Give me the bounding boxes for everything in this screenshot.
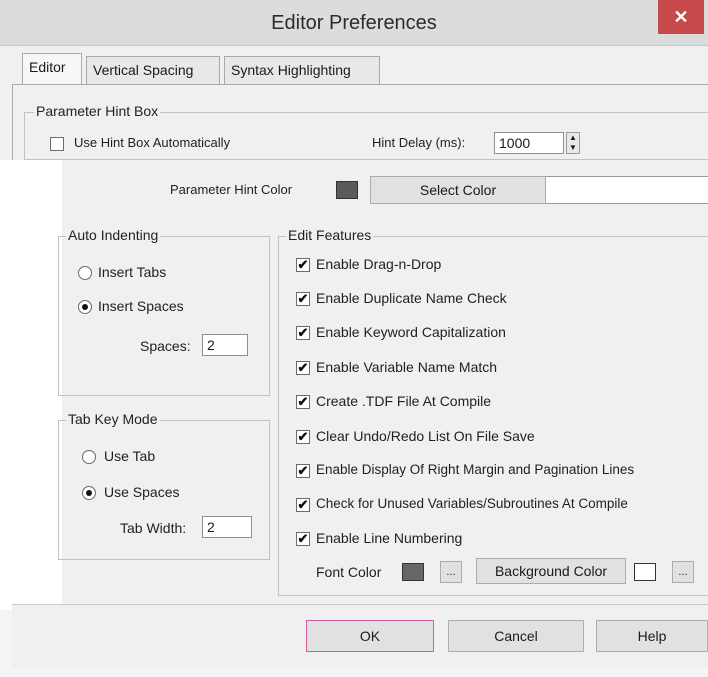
- clear-undo-redo-label: Clear Undo/Redo List On File Save: [316, 428, 535, 444]
- check-unused-variables-checkbox[interactable]: [296, 498, 310, 512]
- background-color-label: Background Color: [476, 558, 626, 584]
- title-bar: Editor Preferences ✕: [0, 0, 708, 46]
- enable-keyword-capitalization-checkbox[interactable]: [296, 326, 310, 340]
- use-spaces-label: Use Spaces: [104, 484, 180, 500]
- font-color-swatch: [402, 563, 424, 581]
- close-icon: ✕: [673, 7, 689, 27]
- tab-width-label: Tab Width:: [120, 520, 187, 536]
- use-hint-box-checkbox[interactable]: [50, 137, 64, 151]
- enable-drag-n-drop-label: Enable Drag-n-Drop: [316, 256, 442, 272]
- tab-syntax-highlighting[interactable]: Syntax Highlighting: [224, 56, 380, 84]
- check-unused-variables-label: Check for Unused Variables/Subroutines A…: [316, 496, 628, 511]
- parameter-hint-color-label: Parameter Hint Color: [170, 182, 293, 197]
- tab-key-mode-label: Tab Key Mode: [66, 411, 160, 427]
- auto-indenting-group: [58, 236, 270, 396]
- spaces-label: Spaces:: [140, 338, 191, 354]
- insert-tabs-radio[interactable]: [78, 266, 92, 280]
- parameter-hint-box-label: Parameter Hint Box: [34, 103, 161, 119]
- edit-features-label: Edit Features: [286, 227, 374, 243]
- parameter-hint-color-swatch: [336, 181, 358, 199]
- enable-drag-n-drop-checkbox[interactable]: [296, 258, 310, 272]
- create-tdf-file-checkbox[interactable]: [296, 395, 310, 409]
- hint-delay-label: Hint Delay (ms):: [372, 135, 466, 150]
- enable-variable-name-match-checkbox[interactable]: [296, 361, 310, 375]
- enable-line-numbering-checkbox[interactable]: [296, 532, 310, 546]
- use-hint-box-label: Use Hint Box Automatically: [74, 135, 231, 150]
- enable-duplicate-name-check-label: Enable Duplicate Name Check: [316, 290, 507, 306]
- close-button[interactable]: ✕: [658, 0, 704, 34]
- hint-delay-stepper[interactable]: ▲ ▼: [566, 132, 580, 154]
- use-spaces-radio[interactable]: [82, 486, 96, 500]
- use-tab-label: Use Tab: [104, 448, 156, 464]
- tab-vertical-spacing[interactable]: Vertical Spacing: [86, 56, 220, 84]
- create-tdf-file-label: Create .TDF File At Compile: [316, 393, 492, 409]
- ok-button[interactable]: OK: [306, 620, 434, 652]
- enable-variable-name-match-label: Enable Variable Name Match: [316, 359, 498, 375]
- hint-delay-input[interactable]: 1000: [494, 132, 564, 154]
- insert-tabs-label: Insert Tabs: [98, 264, 167, 280]
- tab-width-input[interactable]: 2: [202, 516, 252, 538]
- help-button[interactable]: Help: [596, 620, 708, 652]
- font-color-label: Font Color: [316, 564, 382, 580]
- enable-right-margin-checkbox[interactable]: [296, 464, 310, 478]
- enable-duplicate-name-check-checkbox[interactable]: [296, 292, 310, 306]
- insert-spaces-radio[interactable]: [78, 300, 92, 314]
- enable-line-numbering-label: Enable Line Numbering: [316, 530, 463, 546]
- clear-undo-redo-checkbox[interactable]: [296, 430, 310, 444]
- enable-right-margin-label: Enable Display Of Right Margin and Pagin…: [316, 462, 635, 477]
- select-color-button[interactable]: Select Color: [370, 176, 546, 204]
- background-color-swatch: [634, 563, 656, 581]
- auto-indenting-label: Auto Indenting: [66, 227, 161, 243]
- window-title: Editor Preferences: [271, 12, 437, 34]
- insert-spaces-label: Insert Spaces: [98, 298, 184, 314]
- render-artifact-strip: [546, 176, 708, 204]
- cancel-button[interactable]: Cancel: [448, 620, 584, 652]
- editor-preferences-window: Editor Preferences ✕ Editor Vertical Spa…: [0, 0, 708, 677]
- use-tab-radio[interactable]: [82, 450, 96, 464]
- spaces-input[interactable]: 2: [202, 334, 248, 356]
- enable-keyword-capitalization-label: Enable Keyword Capitalization: [316, 324, 506, 340]
- tab-editor[interactable]: Editor: [22, 53, 82, 85]
- render-artifact: [0, 160, 62, 610]
- background-color-picker-button[interactable]: ...: [672, 561, 694, 583]
- font-color-picker-button[interactable]: ...: [440, 561, 462, 583]
